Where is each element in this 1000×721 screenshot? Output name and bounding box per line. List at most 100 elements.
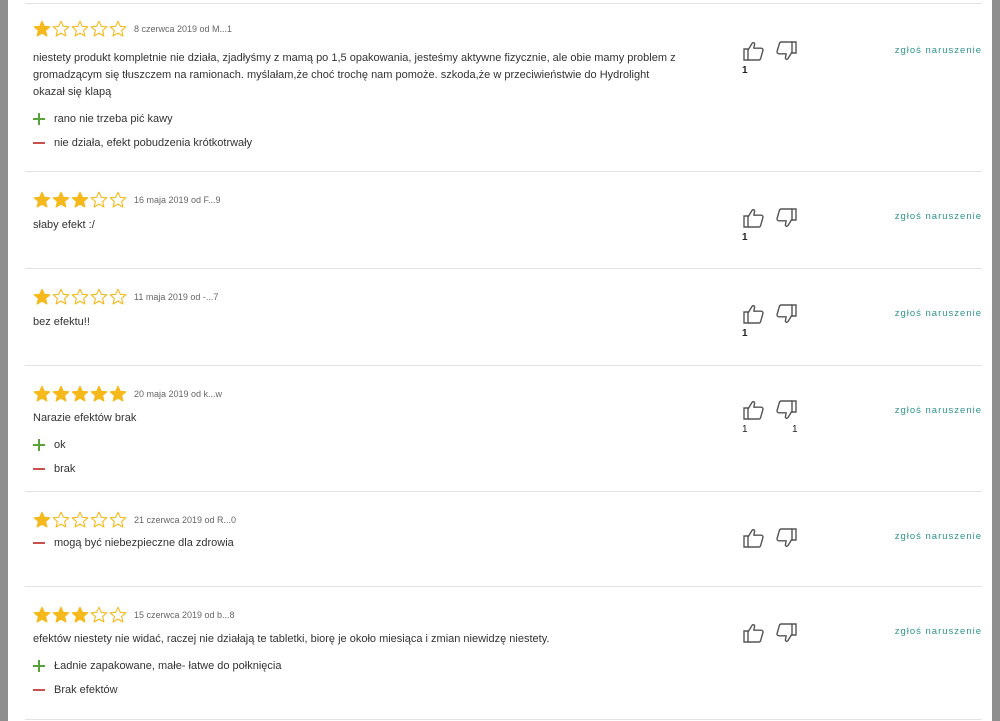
pro-text: ok	[54, 438, 66, 451]
thumbs-up-icon[interactable]	[742, 621, 766, 645]
star-empty-icon	[109, 288, 127, 305]
review-meta: 8 czerwca 2019 od M...1	[134, 24, 233, 34]
review-text: słaby efekt :/	[33, 219, 95, 231]
star-empty-icon	[52, 511, 70, 528]
review-item: 20 maja 2019 od k...w Narazie efektów bra…	[25, 365, 982, 492]
review-meta: 11 maja 2019 od -...7	[134, 292, 219, 302]
review-meta: 20 maja 2019 od k...w	[134, 389, 223, 399]
pro-item: Ładnie zapakowane, małe- łatwe do połkni…	[33, 659, 281, 672]
vote-buttons	[742, 621, 808, 645]
report-link[interactable]: zgłoś naruszenie	[882, 45, 982, 56]
thumbs-down-icon[interactable]	[774, 621, 798, 645]
star-rating	[33, 288, 128, 306]
thumbs-up-icon[interactable]	[742, 206, 766, 230]
report-link[interactable]: zgłoś naruszenie	[882, 531, 982, 542]
like-count: 1	[742, 65, 748, 76]
vote-box	[742, 526, 808, 566]
star-filled-icon	[52, 606, 70, 623]
review-header: 8 czerwca 2019 od M...1	[33, 20, 232, 38]
thumbs-down-icon[interactable]	[774, 39, 798, 63]
thumbs-down-icon[interactable]	[774, 302, 798, 326]
review-meta: 21 czerwca 2019 od R...0	[134, 515, 237, 525]
star-empty-icon	[109, 511, 127, 528]
review-text: bez efektu!!	[33, 316, 90, 328]
vote-counts: 1	[742, 65, 808, 79]
thumbs-down-icon[interactable]	[774, 398, 798, 422]
star-filled-icon	[33, 20, 51, 37]
vote-buttons	[742, 206, 808, 230]
vote-box: 1	[742, 206, 808, 246]
review-header: 20 maja 2019 od k...w	[33, 385, 222, 403]
star-rating	[33, 385, 128, 403]
star-filled-icon	[33, 191, 51, 208]
star-empty-icon	[90, 191, 108, 208]
thumbs-up-icon[interactable]	[742, 302, 766, 326]
star-filled-icon	[90, 385, 108, 402]
vote-counts: 1	[742, 328, 808, 342]
review-text: Narazie efektów brak	[33, 412, 137, 424]
report-link[interactable]: zgłoś naruszenie	[882, 626, 982, 637]
con-item: mogą być niebezpieczne dla zdrowia	[33, 536, 234, 549]
thumbs-up-icon[interactable]	[742, 526, 766, 550]
thumbs-down-icon[interactable]	[774, 526, 798, 550]
star-filled-icon	[33, 288, 51, 305]
minus-icon	[33, 536, 46, 549]
star-empty-icon	[71, 20, 89, 37]
review-header: 11 maja 2019 od -...7	[33, 288, 218, 306]
star-filled-icon	[52, 385, 70, 402]
like-count: 1	[742, 232, 748, 243]
report-link[interactable]: zgłoś naruszenie	[882, 405, 982, 416]
reviews-panel: 8 czerwca 2019 od M...1 niestety produkt …	[8, 0, 992, 721]
star-empty-icon	[52, 20, 70, 37]
star-filled-icon	[109, 385, 127, 402]
review-item: 16 maja 2019 od F...9 słaby efekt :/ 1 zgło…	[25, 171, 982, 269]
report-link[interactable]: zgłoś naruszenie	[882, 308, 982, 319]
vote-counts: 1	[742, 232, 808, 246]
star-filled-icon	[33, 385, 51, 402]
star-rating	[33, 606, 128, 624]
vote-buttons	[742, 526, 808, 550]
vote-counts: 11	[742, 424, 808, 438]
vote-box: 11	[742, 398, 808, 438]
star-empty-icon	[90, 606, 108, 623]
vote-box: 1	[742, 39, 808, 79]
review-header: 15 czerwca 2019 od b...8	[33, 606, 235, 624]
star-empty-icon	[109, 606, 127, 623]
star-filled-icon	[71, 606, 89, 623]
thumbs-up-icon[interactable]	[742, 398, 766, 422]
star-filled-icon	[33, 606, 51, 623]
star-rating	[33, 191, 128, 209]
star-filled-icon	[33, 511, 51, 528]
vote-box	[742, 621, 808, 661]
pro-item: ok	[33, 438, 66, 451]
review-text: efektów niestety nie widać, raczej nie d…	[33, 633, 550, 645]
report-link[interactable]: zgłoś naruszenie	[882, 211, 982, 222]
pro-text: rano nie trzeba pić kawy	[54, 112, 173, 125]
vote-buttons	[742, 39, 808, 63]
minus-icon	[33, 462, 46, 475]
dislike-count: 1	[792, 424, 798, 435]
like-count: 1	[742, 424, 748, 435]
pro-text: Ładnie zapakowane, małe- łatwe do połkni…	[54, 659, 282, 672]
con-text: Brak efektów	[54, 683, 118, 696]
star-rating	[33, 511, 128, 529]
review-text: niestety produkt kompletnie nie działa, …	[33, 52, 676, 98]
plus-icon	[33, 659, 46, 672]
minus-icon	[33, 683, 46, 696]
vote-box: 1	[742, 302, 808, 342]
star-empty-icon	[90, 511, 108, 528]
review-meta: 15 czerwca 2019 od b...8	[134, 610, 235, 620]
star-empty-icon	[109, 20, 127, 37]
like-count: 1	[742, 328, 748, 339]
review-header: 16 maja 2019 od F...9	[33, 191, 221, 209]
review-meta: 16 maja 2019 od F...9	[134, 195, 221, 205]
thumbs-down-icon[interactable]	[774, 206, 798, 230]
star-filled-icon	[71, 385, 89, 402]
review-item: 8 czerwca 2019 od M...1 niestety produkt …	[25, 4, 982, 172]
vote-buttons	[742, 398, 808, 422]
review-item: 15 czerwca 2019 od b...8 efektów niestety…	[25, 586, 982, 720]
vote-counts	[742, 647, 808, 661]
pro-item: rano nie trzeba pić kawy	[33, 112, 173, 125]
thumbs-up-icon[interactable]	[742, 39, 766, 63]
review-item: 21 czerwca 2019 od R...0 mogą być niebezp…	[25, 491, 982, 587]
